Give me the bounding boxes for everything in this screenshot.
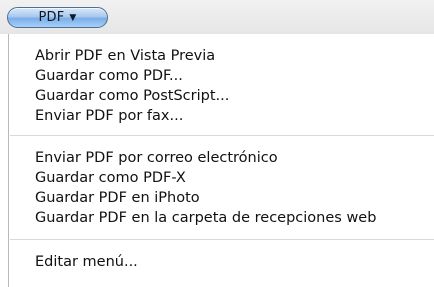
menu-item-save-pdf-to-web-receipts-folder[interactable]: Guardar PDF en la carpeta de recepciones… [35,209,376,227]
pdf-button-label: PDF [38,10,65,25]
menu-separator [10,135,434,136]
menu-item-edit-menu[interactable]: Editar menú... [35,253,138,271]
menu-item-save-as-pdf[interactable]: Guardar como PDF... [35,67,183,85]
menu-item-save-as-pdf-x[interactable]: Guardar como PDF-X [35,169,186,187]
toolbar-strip: PDF ▼ [0,0,434,34]
menu-separator [10,239,434,240]
menu-item-fax-pdf[interactable]: Enviar PDF por fax... [35,107,183,125]
pdf-dropdown-menu: Abrir PDF en Vista Previa Guardar como P… [8,34,434,287]
menu-item-open-in-preview[interactable]: Abrir PDF en Vista Previa [35,47,215,65]
menu-item-save-as-postscript[interactable]: Guardar como PostScript... [35,87,229,105]
pdf-menu-button[interactable]: PDF ▼ [7,7,108,28]
menu-item-save-pdf-to-iphoto[interactable]: Guardar PDF en iPhoto [35,189,200,207]
chevron-down-icon: ▼ [69,13,77,23]
menu-item-email-pdf[interactable]: Enviar PDF por correo electrónico [35,149,278,167]
